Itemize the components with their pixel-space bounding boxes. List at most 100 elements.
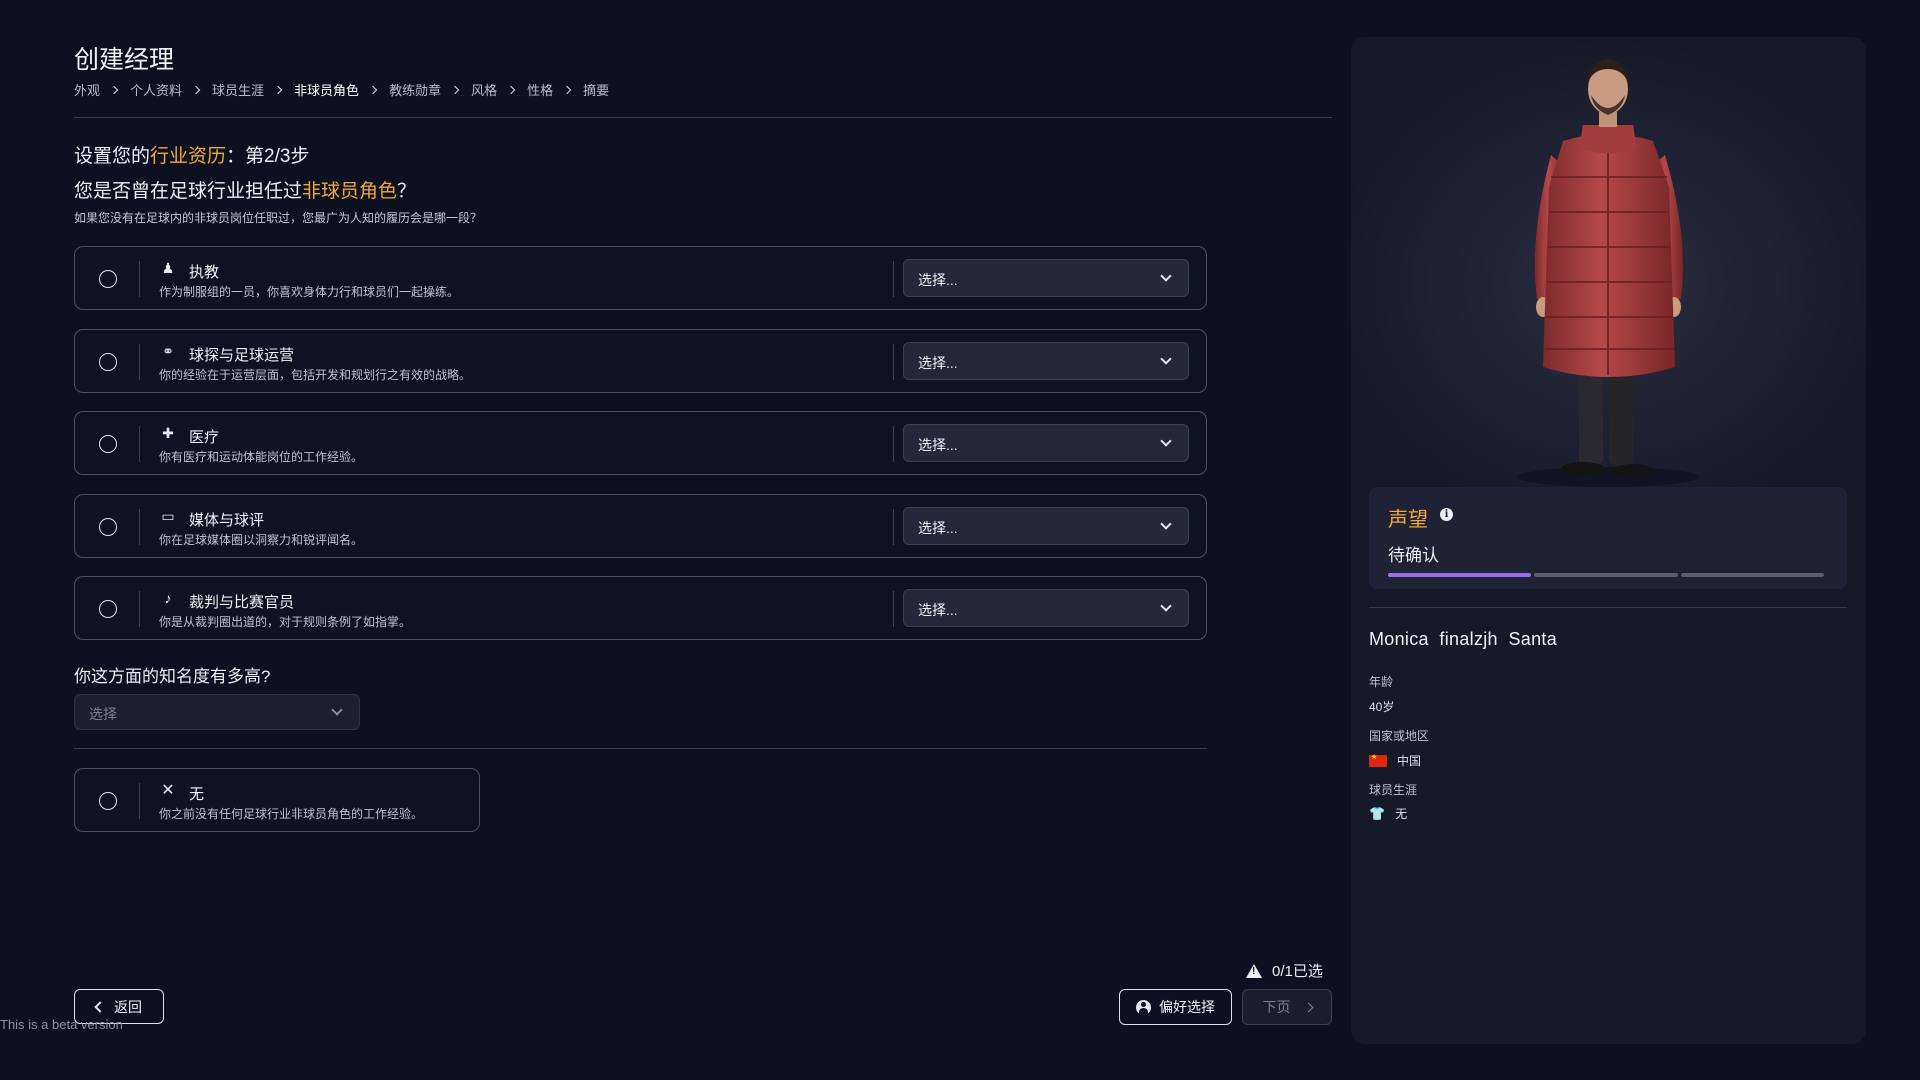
shirt-icon: 👕 — [1369, 805, 1386, 821]
reputation-progress-bar — [1388, 573, 1824, 577]
role-detail-select[interactable]: 选择... — [903, 259, 1189, 297]
role-option-radio[interactable] — [99, 352, 117, 371]
role-option-divider — [139, 261, 140, 297]
info-icon[interactable]: i — [1440, 508, 1453, 521]
chevron-down-icon — [1160, 352, 1172, 365]
career-value: 👕 无 — [1369, 805, 1407, 822]
role-option-divider — [139, 508, 140, 545]
preference-button[interactable]: 偏好选择 — [1119, 989, 1232, 1025]
chevron-right-icon — [562, 85, 572, 94]
role-option-title: 执教 — [189, 264, 220, 281]
option-none-divider — [139, 783, 140, 819]
step-highlight: 行业资历 — [150, 146, 227, 167]
role-detail-select-value: 选择... — [918, 602, 958, 618]
breadcrumb: 外观 个人资料 球员生涯 非球员角色 教练勋章 风格 性格 摘要 — [74, 80, 609, 99]
referee-whistle-icon: ♪ — [164, 590, 172, 606]
age-value-text: 40岁 — [1369, 700, 1395, 714]
age-value: 40岁 — [1369, 698, 1394, 715]
person-icon — [1136, 999, 1151, 1015]
breadcrumb-item[interactable]: 非球员角色 — [294, 80, 359, 99]
role-detail-select-value: 选择... — [918, 272, 958, 288]
option-none-title: 无 — [189, 786, 205, 803]
breadcrumb-item[interactable]: 球员生涯 — [212, 80, 264, 99]
back-button-label: 返回 — [114, 998, 142, 1015]
monitor-icon: ▭ — [161, 507, 175, 524]
role-option-divider — [139, 343, 140, 380]
chevron-right-icon — [1303, 1002, 1313, 1012]
binoculars-icon: ⚭ — [162, 342, 174, 359]
manager-avatar — [1351, 37, 1866, 487]
nation-value-text: 中国 — [1397, 754, 1422, 768]
fame-label: 你这方面的知名度有多高? — [74, 667, 271, 686]
close-icon: ✕ — [161, 782, 175, 799]
role-option-desc: 你有医疗和运动体能岗位的工作经验。 — [159, 450, 364, 464]
role-detail-select[interactable]: 选择... — [903, 424, 1189, 462]
role-option-divider — [893, 261, 894, 297]
breadcrumb-item[interactable]: 外观 — [74, 80, 100, 99]
role-detail-select[interactable]: 选择... — [903, 341, 1189, 380]
role-option[interactable]: ♟ 执教 作为制服组的一员，你喜欢身体力行和球员们一起操练。 选择... — [74, 246, 1207, 310]
career-value-text: 无 — [1395, 807, 1408, 821]
role-option-divider — [893, 508, 894, 545]
role-option-desc: 你在足球媒体圈以洞察力和锐评闻名。 — [159, 532, 364, 547]
question-prefix: 您是否曾在足球行业担任过 — [74, 181, 303, 202]
role-detail-select[interactable]: 选择... — [903, 589, 1189, 627]
page-title: 创建经理 — [74, 46, 175, 74]
breadcrumb-item[interactable]: 个人资料 — [130, 80, 182, 99]
chevron-right-icon — [273, 85, 283, 94]
role-option-radio[interactable] — [99, 435, 117, 453]
reputation-segment — [1534, 573, 1678, 577]
nation-label: 国家或地区 — [1369, 729, 1430, 743]
chevron-left-icon — [94, 1000, 106, 1013]
breadcrumb-item[interactable]: 风格 — [471, 80, 497, 99]
role-option[interactable]: ▭ 媒体与球评你在足球媒体圈以洞察力和锐评闻名。 选择... — [74, 493, 1207, 558]
reputation-segment — [1388, 573, 1532, 577]
role-option[interactable]: ✚ 医疗 你有医疗和运动体能岗位的工作经验。 选择... — [74, 411, 1207, 475]
chevron-down-icon — [331, 704, 343, 716]
breadcrumb-item[interactable]: 教练勋章 — [389, 80, 441, 99]
step-heading: 设置您的行业资历：第2/3步 — [74, 141, 309, 168]
reputation-card: 声望 i 待确认 — [1369, 487, 1847, 589]
role-detail-select-value: 选择... — [918, 354, 958, 371]
profile-divider — [1369, 607, 1847, 608]
role-option-desc: 你的经验在于运营层面，包括开发和规划行之有效的战略。 — [159, 367, 472, 382]
step-prefix: 设置您的 — [74, 146, 151, 167]
fame-select[interactable]: 选择 — [74, 694, 360, 730]
selection-count-text: 0/1已选 — [1272, 963, 1323, 980]
question-heading: 您是否曾在足球行业担任过非球员角色？ — [74, 176, 416, 203]
role-option-title: 裁判与比赛官员 — [189, 594, 295, 611]
role-detail-select-value: 选择... — [918, 519, 958, 536]
role-options: ♟ 执教 作为制服组的一员，你喜欢身体力行和球员们一起操练。 选择... ⚭ 球探与足球运… — [74, 246, 1207, 659]
option-none-radio[interactable] — [99, 792, 117, 810]
role-option-divider — [893, 343, 894, 380]
nation-value: 中国 — [1369, 752, 1421, 769]
chevron-down-icon — [1160, 435, 1172, 447]
breadcrumb-item[interactable]: 性格 — [527, 80, 553, 99]
coaching-icon: ♟ — [161, 260, 175, 276]
chevron-right-icon — [109, 85, 119, 94]
question-suffix: ？ — [397, 181, 417, 202]
career-label: 球员生涯 — [1369, 783, 1418, 797]
role-option-radio[interactable] — [99, 270, 117, 288]
selection-status: 0/1已选 — [1246, 960, 1323, 981]
option-none-desc: 你之前没有任何足球行业非球员角色的工作经验。 — [159, 807, 424, 821]
role-option-title: 球探与足球运营 — [189, 346, 295, 364]
header-divider — [74, 117, 1332, 118]
role-option-title: 媒体与球评 — [189, 511, 265, 529]
warning-icon — [1246, 963, 1262, 978]
next-page-button-label: 下页 — [1262, 999, 1291, 1015]
role-detail-select[interactable]: 选择... — [903, 506, 1189, 545]
role-option-desc: 你是从裁判圈出道的，对于规则条例了如指掌。 — [159, 615, 412, 629]
medical-kit-icon: ✚ — [162, 425, 174, 441]
option-none[interactable]: ✕ 无 你之前没有任何足球行业非球员角色的工作经验。 — [74, 768, 480, 832]
role-option-radio[interactable] — [99, 517, 117, 536]
breadcrumb-item[interactable]: 摘要 — [583, 80, 609, 99]
role-option[interactable]: ⚭ 球探与足球运营你的经验在于运营层面，包括开发和规划行之有效的战略。 选择... — [74, 328, 1207, 393]
reputation-status: 待确认 — [1388, 546, 1439, 565]
age-label: 年龄 — [1369, 675, 1394, 689]
role-option-radio[interactable] — [99, 600, 117, 618]
china-flag-icon — [1369, 753, 1387, 767]
role-option[interactable]: ♪ 裁判与比赛官员你是从裁判圈出道的，对于规则条例了如指掌。 选择... — [74, 576, 1207, 640]
next-page-button[interactable]: 下页 — [1242, 989, 1332, 1025]
preference-button-label: 偏好选择 — [1159, 999, 1215, 1015]
